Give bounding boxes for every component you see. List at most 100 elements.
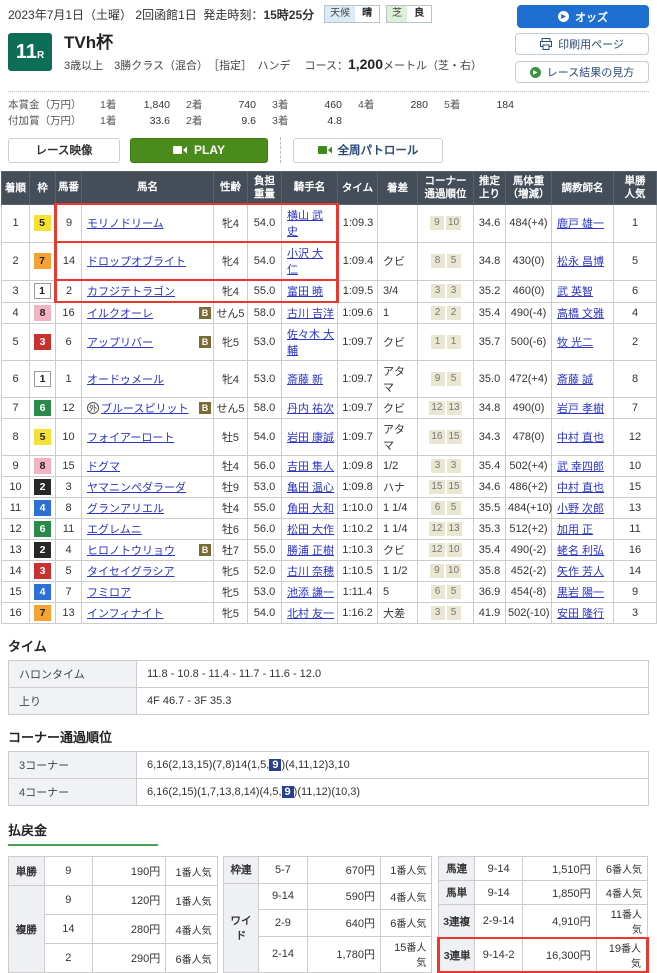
result-guide-button[interactable]: ▶ レース結果の見方: [515, 61, 649, 83]
jockey-cell: 角田 大和: [281, 497, 338, 520]
horse-link[interactable]: ヒロノトウリョウ: [87, 542, 175, 558]
frame-cell: 7: [29, 602, 56, 625]
jockey-link[interactable]: 古川 奈穂: [287, 566, 334, 578]
bet-popularity: 6番人気: [165, 943, 218, 973]
horse-link[interactable]: アップリバー: [87, 334, 153, 350]
trainer-link[interactable]: 高橋 文雅: [557, 308, 604, 320]
col-sex-age: 性齢: [213, 171, 248, 205]
play-button[interactable]: PLAY: [130, 137, 268, 163]
trainer-link[interactable]: 牧 光二: [557, 337, 593, 349]
print-page-button[interactable]: 印刷用ページ: [515, 33, 649, 55]
jockey-link[interactable]: 丹内 祐次: [287, 403, 334, 415]
patrol-label: 全周パトロール: [337, 145, 419, 157]
horse-link[interactable]: グランアリエル: [87, 500, 164, 516]
trainer-link[interactable]: 矢作 芳人: [557, 566, 604, 578]
place-cell: 8: [1, 418, 30, 457]
corner3-chip: 15: [429, 480, 445, 495]
corner-table: 3コーナー 6,16(2,13,15)(7,8)14(1,5, 9)(4,11,1…: [8, 751, 649, 807]
horse-name-wrap: 外ブルースピリット B: [87, 400, 211, 416]
trainer-link[interactable]: 松永 昌博: [557, 256, 604, 268]
jockey-link[interactable]: 吉田 隼人: [287, 461, 334, 473]
jockey-link[interactable]: 佐々木 大輔: [287, 329, 334, 357]
pop-suffix: 番人気: [612, 889, 643, 901]
horse-link[interactable]: フォイアーロート: [87, 429, 174, 445]
col-jockey: 騎手名: [281, 171, 338, 205]
trainer-link[interactable]: 小野 次郎: [557, 503, 604, 515]
weight-carried-cell: 58.0: [247, 397, 282, 420]
jockey-link[interactable]: 岩田 康誠: [287, 432, 334, 444]
horse-link[interactable]: ドロップオブライト: [87, 253, 186, 269]
jockey-cell: 小沢 大仁: [281, 241, 339, 282]
trainer-link[interactable]: 斎藤 誠: [557, 374, 593, 386]
time-cell: 1:10.3: [337, 539, 378, 562]
horse-name-wrap: インフィナイト: [87, 605, 211, 621]
prize-place: 3着: [272, 99, 289, 111]
patrol-video-button[interactable]: 全周パトロール: [293, 137, 443, 163]
trainer-link[interactable]: 鹿戸 雄一: [557, 218, 604, 230]
bet-popularity: 1番人気: [165, 856, 218, 887]
pop-suffix: 番人気: [181, 867, 212, 879]
corner3-chip: 1: [430, 335, 445, 350]
prize-item: 5着 184: [444, 97, 530, 113]
result-row: 16 7 13 インフィナイト 牝5 54.0 北村 友一 1:16.2 大差 3 5 41.9 502…: [1, 602, 657, 625]
frame-number-badge: 2: [34, 479, 51, 496]
result-row: 2 7 14 ドロップオブライト 牝4 54.0 小沢 大仁 1:09.4 クビ 8 5 34.8 43…: [1, 241, 657, 282]
course-label: コース：: [304, 60, 348, 72]
trainer-cell: 中村 直也: [551, 418, 614, 457]
horse-name-wrap: タイセイグラシア: [87, 563, 211, 579]
divider: [8, 91, 649, 92]
payout-table-exotics: 馬連 9-14 1,510円 6番人気 馬単 9-14 1,850円 4番人気 …: [437, 856, 650, 973]
trainer-link[interactable]: 蛯名 利弘: [557, 545, 604, 557]
jockey-link[interactable]: 斎藤 新: [287, 374, 323, 386]
trainer-link[interactable]: 黒岩 陽一: [557, 587, 604, 599]
sex-age-cell: 牝5: [213, 602, 248, 625]
jockey-link[interactable]: 古川 吉洋: [287, 308, 334, 320]
horse-link[interactable]: イルクオーレ: [87, 305, 153, 321]
horse-link[interactable]: ヤマニンペダラーダ: [87, 479, 186, 495]
horse-name-cell: ヤマニンペダラーダ: [81, 476, 214, 499]
prize-item: 1着 33.6: [100, 113, 186, 129]
furlong-value: 11.8 - 10.8 - 11.4 - 11.7 - 11.6 - 12.0: [136, 660, 649, 689]
pop-suffix: 番人気: [396, 919, 427, 931]
race-video-button[interactable]: レース映像: [8, 137, 120, 163]
trainer-link[interactable]: 中村 直也: [557, 432, 604, 444]
horse-link[interactable]: フミロア: [87, 584, 131, 600]
trainer-link[interactable]: 武 幸四郎: [557, 461, 604, 473]
horse-link[interactable]: エグレムニ: [87, 521, 142, 537]
jockey-link[interactable]: 勝浦 正樹: [287, 545, 334, 557]
corner-order-cell: 12 13: [417, 397, 474, 420]
horse-link[interactable]: インフィナイト: [87, 605, 163, 621]
horse-link[interactable]: オードゥメール: [87, 371, 164, 387]
jockey-link[interactable]: 北村 友一: [287, 608, 334, 620]
race-number: 11: [15, 40, 37, 63]
horse-link[interactable]: タイセイグラシア: [87, 563, 175, 579]
up-label: 上り: [8, 687, 137, 716]
odds-button[interactable]: ▶ オッズ: [517, 5, 649, 28]
furlong-label: ハロンタイム: [8, 660, 137, 689]
place-cell: 1: [1, 203, 30, 243]
horse-name-cell: 外ブルースピリット B: [81, 397, 214, 420]
horse-link[interactable]: ドグマ: [87, 458, 120, 474]
horse-link[interactable]: モリノドリーム: [87, 215, 164, 231]
horse-link[interactable]: ブルースピリット: [101, 400, 188, 416]
trainer-link[interactable]: 加用 正: [557, 524, 593, 536]
jockey-link[interactable]: 横山 武史: [287, 210, 323, 238]
frame-number-badge: 5: [34, 429, 51, 446]
prize-amount: 33.6: [149, 115, 170, 127]
frame-cell: 5: [29, 418, 56, 457]
jockey-link[interactable]: 角田 大和: [287, 503, 334, 515]
trainer-link[interactable]: 安田 隆行: [557, 608, 604, 620]
jockey-link[interactable]: 松田 大作: [287, 524, 334, 536]
trainer-link[interactable]: 中村 直也: [557, 482, 604, 494]
horse-link[interactable]: カフジテトラゴン: [87, 283, 175, 299]
trainer-link[interactable]: 武 英智: [557, 286, 593, 298]
time-cell: 1:10.5: [337, 560, 378, 583]
jockey-link[interactable]: 亀田 温心: [287, 482, 334, 494]
jockey-link[interactable]: 小沢 大仁: [287, 248, 323, 276]
jockey-link[interactable]: 富田 暁: [287, 286, 323, 298]
jockey-link[interactable]: 池添 謙一: [287, 587, 334, 599]
result-row: 7 6 12 外ブルースピリット B せん5 58.0 丹内 祐次 1:09.7 クビ 12 13 34…: [1, 397, 657, 420]
horse-name-wrap: フミロア: [87, 584, 211, 600]
trainer-link[interactable]: 岩戸 孝樹: [557, 403, 604, 415]
bet-type: ワイド: [222, 882, 260, 973]
